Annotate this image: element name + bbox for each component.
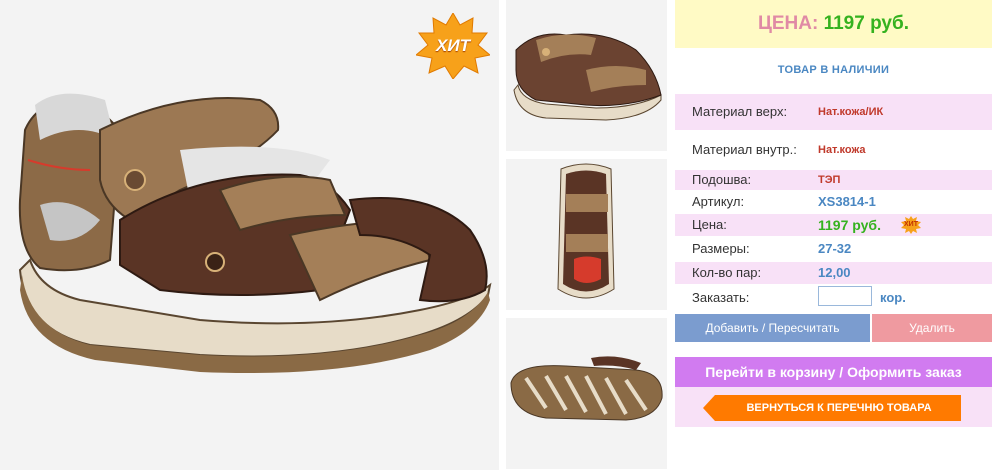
spec-value: Нат.кожа/ИК [818,106,884,118]
spec-row-material-inner: Материал внутр.: Нат.кожа [675,132,992,168]
hit-badge-label: ХИТ [436,36,470,55]
spec-label: Размеры: [692,241,750,256]
spec-label: Материал внутр.: [692,142,797,157]
price-banner: ЦЕНА: 1197 руб. [675,0,992,48]
spec-label: Артикул: [692,194,745,209]
main-product-image[interactable]: ХИТ [0,0,499,470]
hit-badge: ХИТ [416,13,490,79]
spec-row-sizes: Размеры: 27-32 [675,238,992,260]
sandal-thumb-sole [510,356,663,421]
spec-value: 1197 руб. [818,217,881,233]
go-to-cart-button[interactable]: Перейти в корзину / Оформить заказ [675,357,992,387]
order-unit: кор. [880,290,906,305]
spec-row-sole: Подошва: ТЭП [675,170,992,190]
order-label: Заказать: [692,290,750,305]
spec-row-pairs: Кол-во пар: 12,00 [675,262,992,284]
quantity-input[interactable] [818,286,872,306]
price-label: ЦЕНА: [757,13,819,34]
delete-button[interactable]: Удалить [872,314,992,342]
spec-label: Материал верх: [692,104,788,119]
spec-value: 12,00 [818,265,851,280]
spec-label: Кол-во пар: [692,265,762,280]
back-to-list-button[interactable]: ВЕРНУТЬСЯ К ПЕРЕЧНЮ ТОВАРА [703,395,961,421]
add-recalculate-button[interactable]: Добавить / Пересчитать [675,314,870,342]
stock-status: ТОВАР В НАЛИЧИИ [777,64,890,76]
thumbnail-side-view[interactable] [506,0,667,151]
spec-label: Подошва: [692,172,752,187]
sandal-thumb-side [513,33,662,121]
price-value: 1197 руб. [823,13,910,34]
spec-row-material-top: Материал верх: Нат.кожа/ИК [675,94,992,130]
spec-value: 27-32 [818,241,852,256]
mini-hit-label: ХИТ [904,221,918,228]
mini-hit-badge: ХИТ [901,216,921,234]
back-area: ВЕРНУТЬСЯ К ПЕРЕЧНЮ ТОВАРА [675,387,992,427]
sandal-thumb-top [557,163,615,299]
thumbnail-sole-view[interactable] [506,318,667,469]
spec-value: ТЭП [818,174,841,186]
spec-label: Цена: [692,217,727,232]
spec-value: XS3814-1 [818,194,876,209]
order-row: Заказать: кор. [675,286,992,308]
spec-row-article: Артикул: XS3814-1 [675,192,992,212]
spec-row-price: Цена: 1197 руб. ХИТ [675,214,992,236]
product-info-panel: ЦЕНА: 1197 руб. ТОВАР В НАЛИЧИИ Материал… [675,0,992,476]
spec-value: Нат.кожа [818,144,866,156]
thumbnail-top-view[interactable] [506,159,667,310]
